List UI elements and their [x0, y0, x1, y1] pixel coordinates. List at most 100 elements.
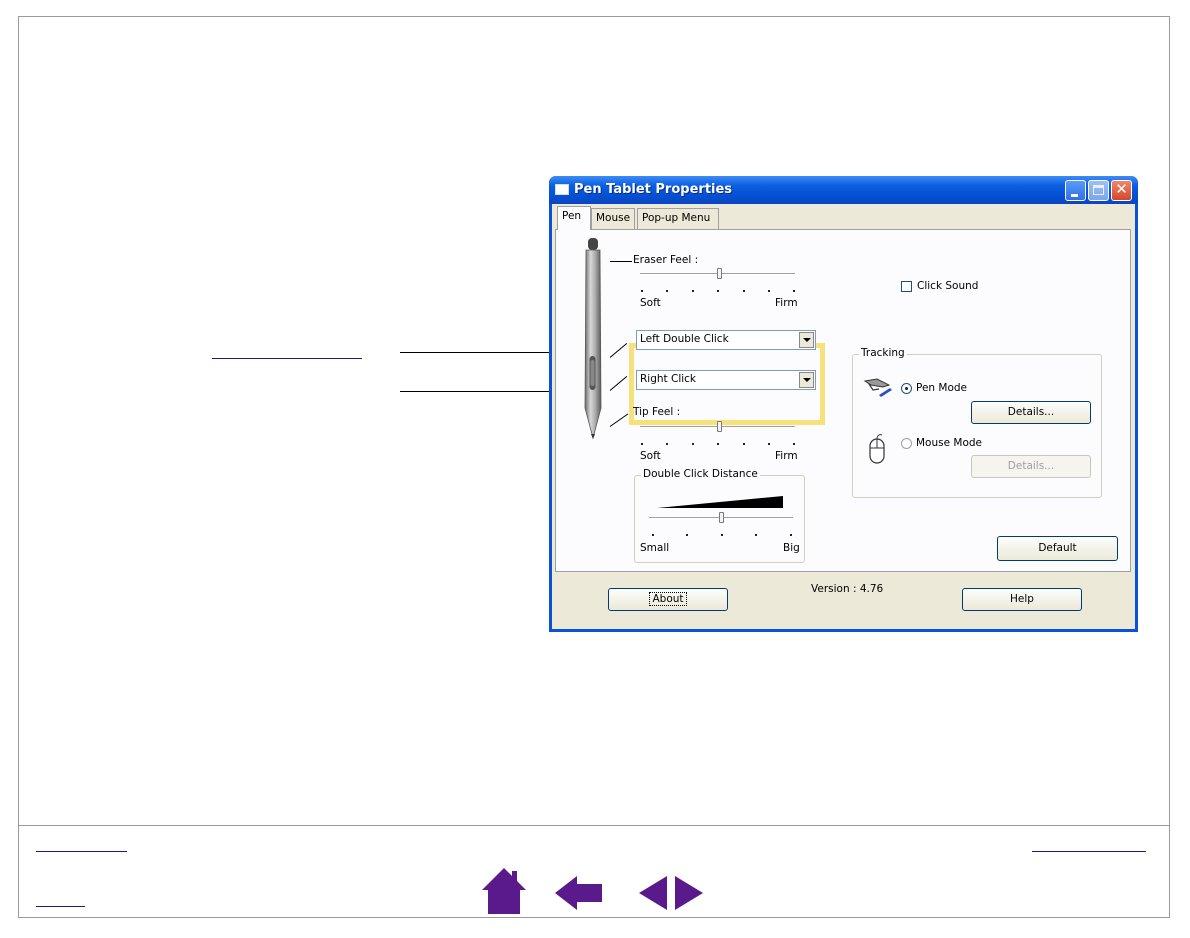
- close-button[interactable]: ✕: [1111, 180, 1132, 201]
- tick: [793, 290, 795, 292]
- callout-line-lower-switch: [400, 391, 574, 392]
- tick: [686, 534, 688, 536]
- maximize-button: [1088, 180, 1109, 201]
- tick: [717, 290, 719, 292]
- tab-pop-up-menu[interactable]: Pop-up Menu: [637, 208, 719, 229]
- about-button[interactable]: About: [608, 588, 728, 611]
- dropdown-arrow-button[interactable]: [799, 332, 814, 348]
- tick: [666, 290, 668, 292]
- tick: [743, 443, 745, 445]
- double-click-distance-min-label: Small: [640, 542, 670, 554]
- chevron-down-icon: [803, 378, 811, 382]
- tip-feel-max-label: Firm: [775, 450, 798, 462]
- lower-side-switch-value: Right Click: [640, 373, 697, 385]
- click-sound-checkbox[interactable]: [901, 281, 912, 292]
- minimize-icon: [1071, 194, 1078, 197]
- lower-switch-leader: [609, 375, 628, 391]
- double-click-distance-max-label: Big: [783, 542, 800, 554]
- eraser-feel-max-label: Firm: [775, 297, 798, 309]
- pen-tab-panel: Eraser Feel : Soft Firm Left Double Clic…: [555, 229, 1131, 572]
- upper-side-switch-value: Left Double Click: [640, 333, 729, 345]
- about-button-label: About: [649, 592, 687, 606]
- tick: [641, 443, 643, 445]
- tick: [692, 290, 694, 292]
- tick: [768, 290, 770, 292]
- click-sound-label[interactable]: Click Sound: [917, 280, 978, 292]
- callout-link[interactable]: [212, 358, 362, 359]
- version-text: Version : 4.76: [811, 583, 884, 595]
- pen-mode-details-button[interactable]: Details...: [971, 401, 1091, 424]
- previous-page-button[interactable]: [639, 876, 668, 914]
- mouse-mode-radio[interactable]: [901, 438, 912, 449]
- minimize-button[interactable]: [1065, 180, 1086, 201]
- default-button[interactable]: Default: [997, 536, 1118, 561]
- pen-tablet-properties-dialog: Pen Tablet Properties ✕ Pen Mouse Pop-up…: [549, 176, 1138, 632]
- tick: [721, 534, 723, 536]
- close-icon: ✕: [1115, 180, 1128, 198]
- chevron-down-icon: [803, 338, 811, 342]
- tick: [755, 534, 757, 536]
- mouse-mode-details-label: Details...: [1007, 460, 1055, 472]
- title-bar[interactable]: Pen Tablet Properties ✕: [549, 176, 1138, 204]
- home-button[interactable]: [482, 868, 526, 918]
- help-button-label: Help: [1010, 593, 1034, 605]
- mouse-mode-icon: [869, 434, 885, 464]
- eraser-feel-label: Eraser Feel :: [633, 254, 699, 266]
- back-button[interactable]: [555, 876, 603, 914]
- footer-link-left-bottom[interactable]: [36, 906, 85, 907]
- upper-side-switch-dropdown[interactable]: Left Double Click: [636, 330, 816, 350]
- dialog-client-area: Pen Mouse Pop-up Menu Eraser Feel: Soft…: [552, 204, 1135, 629]
- mouse-mode-label[interactable]: Mouse Mode: [916, 437, 982, 449]
- tab-mouse[interactable]: Mouse: [591, 208, 635, 229]
- double-click-distance-title: Double Click Distance: [641, 468, 760, 480]
- tick: [717, 443, 719, 445]
- pen-mode-radio[interactable]: [901, 383, 912, 394]
- next-page-icon: [675, 876, 703, 910]
- next-page-button[interactable]: [675, 876, 704, 914]
- window-icon: [555, 184, 569, 195]
- mouse-mode-details-button: Details...: [971, 455, 1091, 478]
- footer-link-right-top[interactable]: [1032, 851, 1146, 852]
- tip-feel-min-label: Soft: [640, 450, 661, 462]
- pen-mode-icon: [863, 378, 892, 397]
- pen-mode-label[interactable]: Pen Mode: [916, 382, 967, 394]
- tick: [692, 443, 694, 445]
- tick: [743, 290, 745, 292]
- window-title: Pen Tablet Properties: [574, 182, 733, 197]
- tick: [641, 290, 643, 292]
- default-button-label: Default: [1038, 542, 1077, 554]
- pen-mode-details-label: Details...: [1007, 406, 1055, 418]
- tick: [652, 534, 654, 536]
- previous-page-icon: [639, 876, 667, 910]
- tab-pen-label: Pen: [562, 210, 582, 222]
- tick: [790, 534, 792, 536]
- eraser-feel-slider-thumb[interactable]: [717, 268, 722, 279]
- eraser-feel-leader: [610, 261, 632, 262]
- tick: [666, 443, 668, 445]
- double-click-distance-slider-thumb[interactable]: [719, 512, 724, 523]
- pen-illustration: [584, 238, 602, 440]
- distance-wedge-graphic: [657, 496, 783, 508]
- tracking-group: Tracking Pen Mode Details... Mouse Mode: [852, 347, 1102, 498]
- home-icon: [482, 868, 526, 914]
- lower-side-switch-dropdown[interactable]: Right Click: [636, 370, 816, 390]
- tip-feel-label: Tip Feel :: [633, 406, 681, 418]
- tick: [768, 443, 770, 445]
- eraser-feel-min-label: Soft: [640, 297, 661, 309]
- callout-line-upper-switch: [400, 352, 574, 353]
- dropdown-arrow-button[interactable]: [799, 372, 814, 388]
- footer-divider: [18, 825, 1170, 826]
- tip-feel-leader: [609, 413, 629, 427]
- back-arrow-icon: [555, 876, 602, 910]
- upper-switch-leader: [609, 342, 628, 358]
- double-click-distance-group: Double Click Distance Small Big: [634, 468, 805, 563]
- help-button[interactable]: Help: [962, 588, 1082, 611]
- tick: [793, 443, 795, 445]
- tip-feel-slider-thumb[interactable]: [717, 421, 722, 432]
- tracking-title: Tracking: [859, 347, 907, 359]
- tab-mouse-label: Mouse: [596, 212, 631, 224]
- maximize-icon: [1093, 185, 1104, 195]
- tab-pop-up-menu-label: Pop-up Menu: [642, 212, 711, 224]
- footer-link-left-top[interactable]: [36, 851, 127, 852]
- tab-pen[interactable]: Pen: [557, 206, 591, 230]
